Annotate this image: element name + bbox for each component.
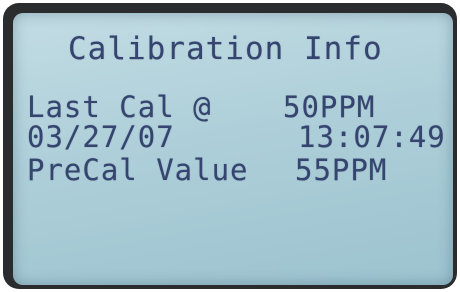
last-cal-label: Last Cal @ <box>27 90 212 124</box>
precal-value: 55PPM <box>295 153 388 187</box>
device-bezel: Calibration Info Last Cal @ 50PPM 03/27/… <box>3 3 457 289</box>
last-cal-value: 50PPM <box>283 90 376 124</box>
cal-date: 03/27/07 <box>27 120 175 154</box>
lcd-screen: Calibration Info Last Cal @ 50PPM 03/27/… <box>13 13 453 285</box>
precal-label: PreCal Value <box>27 153 249 187</box>
screen-title: Calibration Info <box>68 31 383 67</box>
cal-time: 13:07:49 <box>298 120 446 154</box>
